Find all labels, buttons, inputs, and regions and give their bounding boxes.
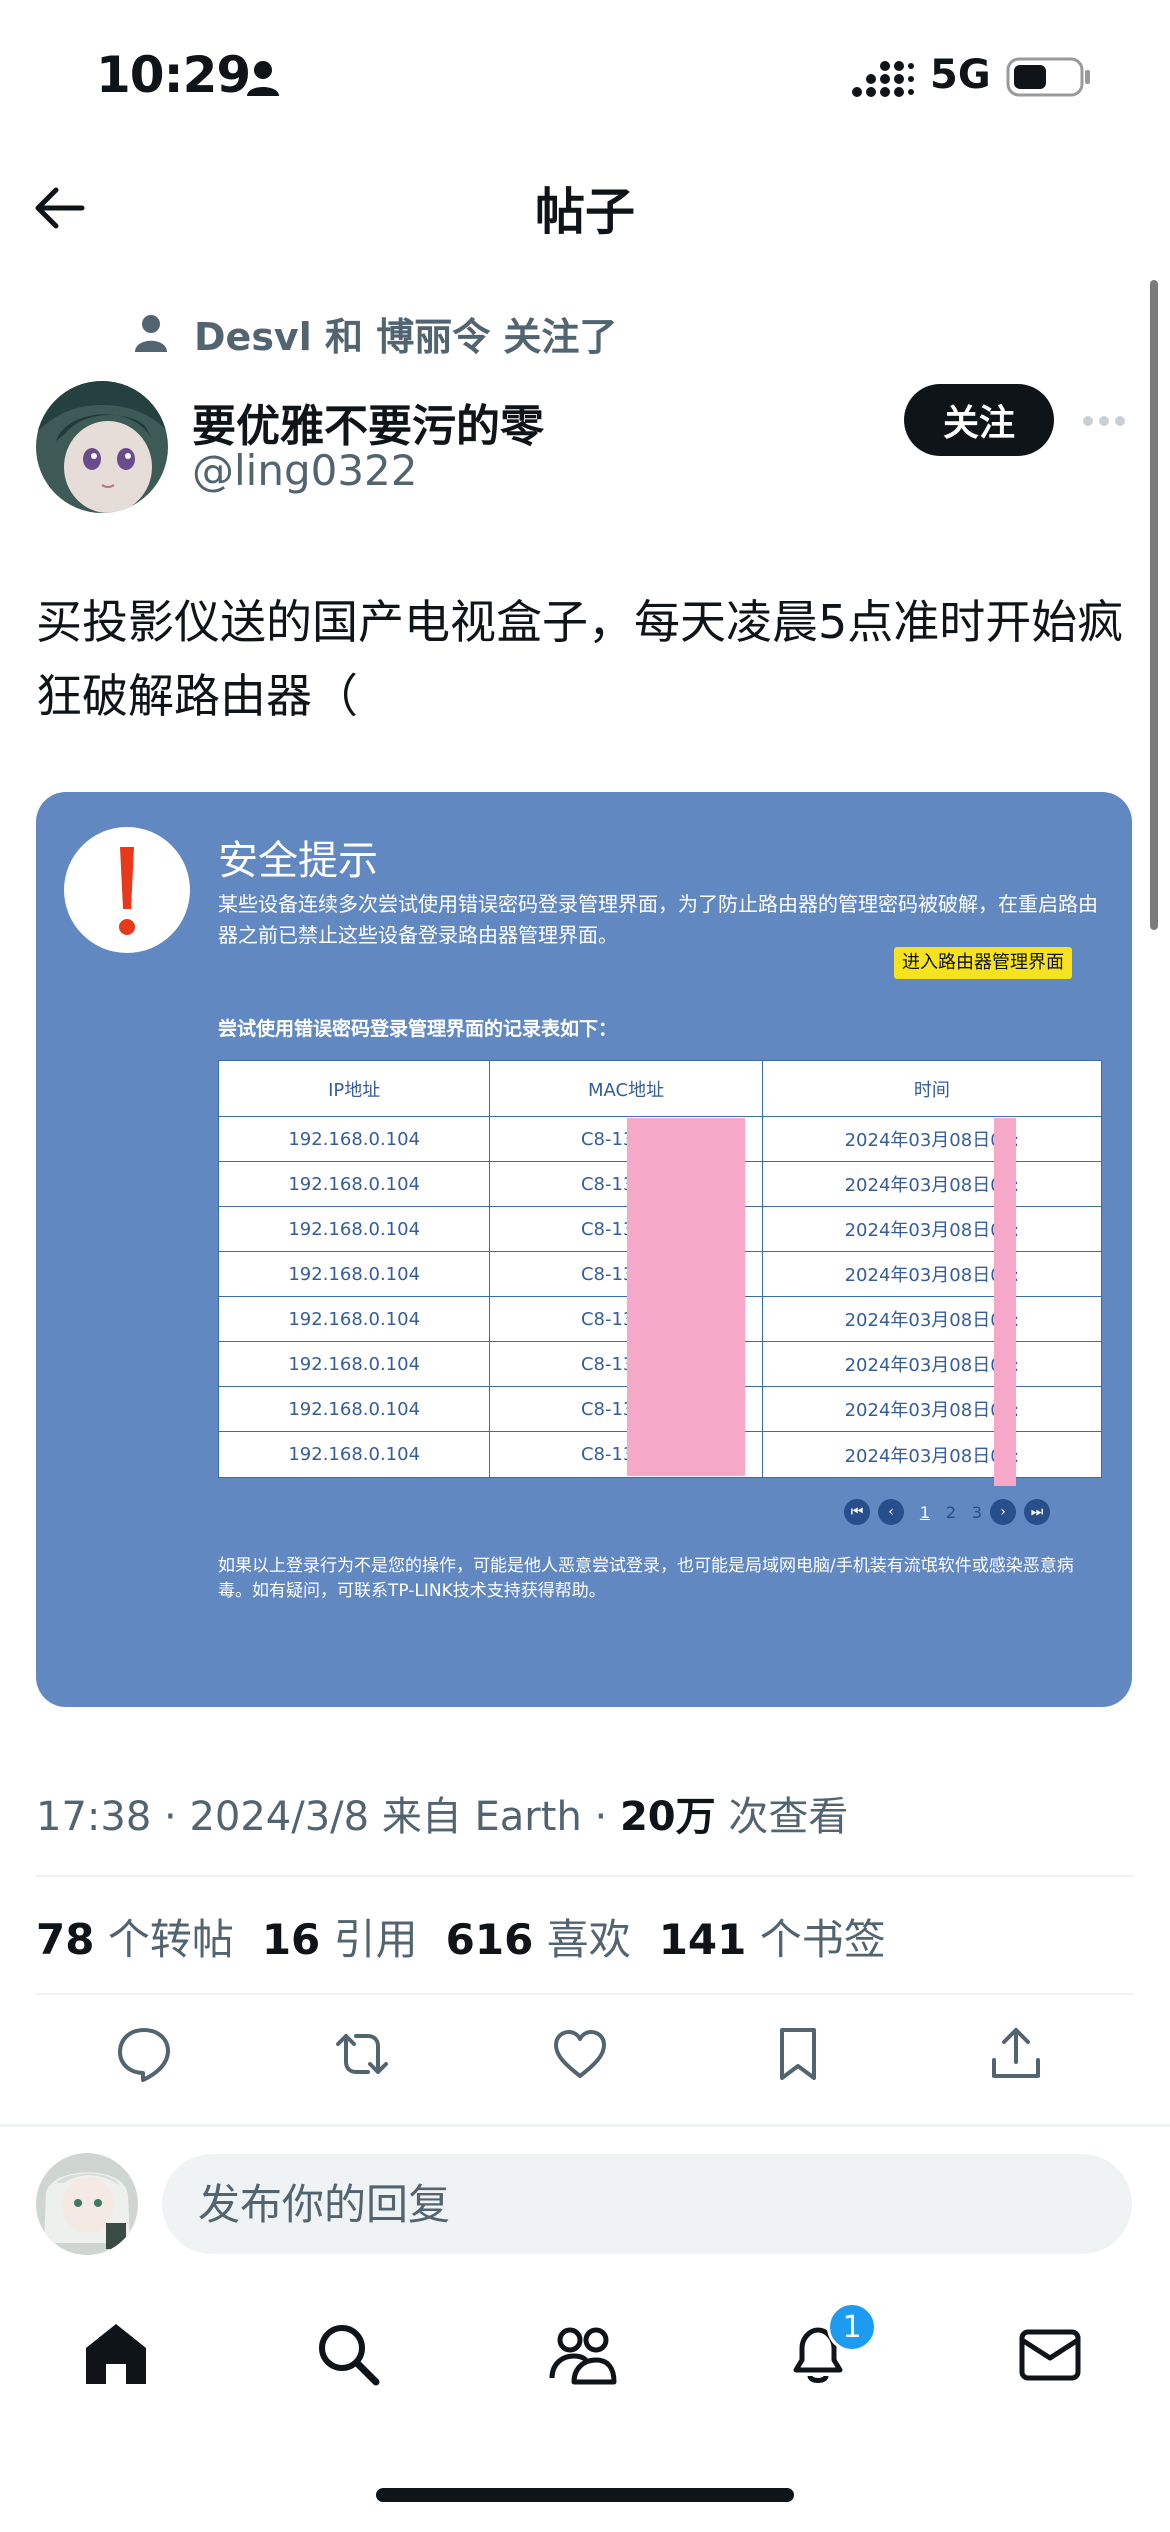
divider (0, 2124, 1170, 2127)
table-pagination: ⏮ ‹ 1 2 3 › ⏭ (844, 1498, 1058, 1526)
column-header: 时间 (913, 1079, 950, 1101)
views-label: 次查看 (728, 1794, 849, 1840)
home-indicator[interactable] (376, 2488, 794, 2502)
social-context-text: Desvl 和 博丽令 关注了 (194, 314, 618, 359)
page-title: 帖子 (535, 183, 635, 241)
bookmark-icon[interactable] (766, 2022, 830, 2086)
post-time: 17:38 (36, 1794, 152, 1840)
router-admin-button: 进入路由器管理界面 (894, 947, 1072, 979)
views-count[interactable]: 20万 (620, 1794, 716, 1840)
time-cell: 2024年03月08日05: (844, 1130, 1020, 1151)
reposts-stat[interactable]: 78 个转帖 (36, 1906, 234, 1967)
ip-cell: 192.168.0.104 (219, 1342, 491, 1386)
post-meta: 17:38 · 2024/3/8 来自 Earth · 20万 次查看 (36, 1794, 849, 1840)
ip-cell: 192.168.0.104 (219, 1117, 491, 1161)
next-page-icon: › (990, 1499, 1016, 1525)
time-redaction-block (994, 1118, 1016, 1486)
person-icon (135, 315, 167, 352)
likes-stat[interactable]: 616 喜欢 (446, 1906, 631, 1967)
reply-input[interactable] (162, 2154, 1132, 2254)
column-header: IP地址 (219, 1061, 491, 1116)
author-handle[interactable]: @ling0322 (192, 446, 418, 495)
ip-cell: 192.168.0.104 (219, 1432, 491, 1477)
time-cell: 2024年03月08日05: (844, 1355, 1020, 1376)
time-cell: 2024年03月08日05: (844, 1265, 1020, 1286)
battery-icon (1006, 57, 1090, 97)
more-options-icon[interactable] (1080, 406, 1128, 436)
post-media-image[interactable]: 安全提示 某些设备连续多次尝试使用错误密码登录管理界面，为了防止路由器的管理密码… (36, 792, 1132, 1707)
ip-cell: 192.168.0.104 (219, 1207, 491, 1251)
time-cell: 2024年03月08日05: (844, 1400, 1020, 1421)
time-cell: 2024年03月08日05: (844, 1220, 1020, 1241)
alert-exclamation-icon (64, 827, 190, 953)
column-header: MAC地址 (490, 1061, 763, 1116)
post-date: 2024/3/8 (189, 1794, 370, 1840)
alert-title: 安全提示 (218, 838, 378, 884)
share-icon[interactable] (984, 2022, 1048, 2086)
post-text: 买投影仪送的国产电视盒子，每天凌晨5点准时开始疯狂破解路由器（ (36, 595, 1124, 723)
page-number: 2 (945, 1502, 957, 1522)
user-avatar[interactable] (36, 2153, 138, 2255)
engagement-stats: 78 个转帖 16 引用 616 喜欢 141 个书签 (36, 1906, 914, 1967)
record-caption: 尝试使用错误密码登录管理界面的记录表如下： (218, 1018, 618, 1040)
ip-cell: 192.168.0.104 (219, 1387, 491, 1431)
home-icon[interactable] (80, 2318, 152, 2390)
author-avatar[interactable] (36, 381, 168, 513)
status-time: 10:29 (96, 46, 251, 104)
network-label: 5G (930, 52, 991, 98)
prev-page-icon: ‹ (878, 1499, 904, 1525)
ip-cell: 192.168.0.104 (219, 1162, 491, 1206)
anime-avatar-image (36, 2153, 138, 2255)
post-actions (0, 2022, 1170, 2098)
page-number: 1 (919, 1502, 931, 1522)
first-page-icon: ⏮ (844, 1499, 870, 1525)
follow-button[interactable]: 关注 (904, 384, 1054, 456)
time-cell: 2024年03月08日05: (844, 1310, 1020, 1331)
alert-description: 某些设备连续多次尝试使用错误密码登录管理界面，为了防止路由器的管理密码被破解，在… (218, 892, 1098, 947)
person-icon (247, 61, 279, 96)
ip-cell: 192.168.0.104 (219, 1252, 491, 1296)
like-heart-icon[interactable] (548, 2022, 612, 2086)
post-source: 来自 Earth (381, 1794, 582, 1840)
alert-footer: 如果以上登录行为不是您的操作，可能是他人恶意尝试登录，也可能是局域网电脑/手机装… (218, 1556, 1074, 1601)
search-icon[interactable] (312, 2318, 384, 2390)
repost-icon[interactable] (330, 2022, 394, 2086)
anime-avatar-image (36, 381, 168, 513)
reply-icon[interactable] (112, 2022, 176, 2086)
divider (36, 1875, 1134, 1877)
status-bar: 10:29 5G (0, 0, 1170, 150)
messages-mail-icon[interactable] (1014, 2318, 1086, 2390)
divider (36, 1993, 1134, 1995)
time-cell: 2024年03月08日05: (844, 1445, 1020, 1467)
signal-dots-icon (852, 61, 914, 97)
ip-cell: 192.168.0.104 (219, 1297, 491, 1341)
time-cell: 2024年03月08日05: (844, 1175, 1020, 1196)
bookmarks-stat[interactable]: 141 个书签 (659, 1906, 886, 1967)
mac-redaction-block (627, 1118, 745, 1476)
last-page-icon: ⏭ (1024, 1499, 1050, 1525)
table-header-row: IP地址 MAC地址 时间 (219, 1061, 1101, 1117)
notification-badge: 1 (827, 2302, 877, 2352)
social-context: Desvl 和 博丽令 关注了 (134, 306, 617, 360)
scrollbar[interactable] (1150, 280, 1158, 930)
author-display-name[interactable]: 要优雅不要污的零 (192, 390, 544, 454)
page-number: 3 (971, 1502, 983, 1522)
quotes-stat[interactable]: 16 引用 (262, 1906, 418, 1967)
communities-icon[interactable] (546, 2318, 618, 2390)
